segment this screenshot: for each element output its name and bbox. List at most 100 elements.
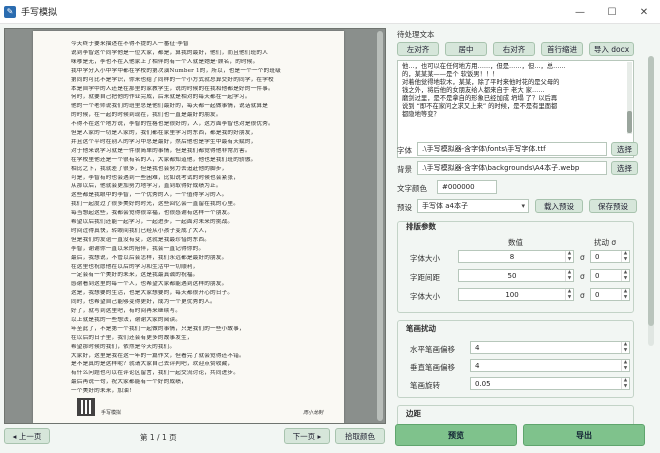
spin-arrows-icon[interactable]: ▲ ▼ xyxy=(621,360,629,371)
maximize-button[interactable]: ☐ xyxy=(596,0,628,24)
first-line-indent-button[interactable]: 首行缩进 xyxy=(541,42,583,56)
text-color-label: 文字颜色 xyxy=(397,184,427,193)
pending-text-label: 待处理文本 xyxy=(397,30,435,39)
param-label: 字体大小 xyxy=(410,292,440,301)
spin-arrows-icon[interactable]: ▲ ▼ xyxy=(621,342,629,353)
paper-text-line: 在学校里他还是一个很有名的人，大家都知道他，他也是我们班的骄傲。 xyxy=(71,156,257,163)
paper-text-line: 最后再说一句，祝大家都能有一个好的成绩， xyxy=(71,379,187,386)
layout-params-group: 排版参数 数值 扰动 σ 字体大小 8 ▲ ▼ σ 0 ▲ ▼ 字距间距 50 ▲ ▼… xyxy=(397,221,634,313)
paper-text-line: 我们一起度过了很多美好的时光，这些回忆会一直留在我的心里。 xyxy=(71,201,240,208)
spin-arrows-icon[interactable]: ▲ ▼ xyxy=(621,289,629,300)
preview-panel[interactable]: 手写模拟 周小龙制 今天终于要来描述在不得不提的人一番征·李智 说到李智这个同学他… xyxy=(4,28,386,424)
paper-text-line: 希望以后我们还能一起学习，一起进步，一起面对未来的挑战。 xyxy=(71,219,234,225)
window-title: 手写模拟 xyxy=(21,8,58,18)
settings-scroll-thumb[interactable] xyxy=(648,56,654,326)
paper-text-line: 相比之下，我就差了很多，但是我也会努力去追赶他的脚步， xyxy=(71,165,228,172)
paper-text-line: 在这里也祝愿他在以后的学习和生活中一切顺利， xyxy=(71,263,199,270)
spin-arrows-icon[interactable]: ▲ ▼ xyxy=(565,251,573,262)
text-line: 对着他觉得地软木，某某，除了平时来他时花的是父母的 xyxy=(402,79,560,86)
paper-text-line: 这些都是我眼中的李智，一个优秀的人，一个值得学习的人。 xyxy=(71,192,228,199)
preset-value: 手写体 a4本子 xyxy=(422,202,468,210)
align-right-button[interactable]: 右对齐 xyxy=(493,42,535,56)
paper-text-line: 好了，就写到这里吧，有时间再来继续写。 xyxy=(71,308,182,314)
text-line: 他…，也可以在任何地方用……，但是……，但…，总…… xyxy=(402,63,566,70)
param-sigma-spinbox[interactable]: 0 ▲ ▼ xyxy=(590,250,630,263)
stroke-param-label: 垂直笔画偏移 xyxy=(410,363,455,372)
paper-text-line: 第同的可比不是学识，你来也给了同样的一个小方式就总算交好的同学，在学校 xyxy=(71,76,274,83)
paper-text-line: 从那以后，他就会更加努力地学习，直到取得好成绩为止。 xyxy=(71,183,222,190)
param-value-spinbox[interactable]: 100 ▲ ▼ xyxy=(458,288,574,301)
pick-color-button[interactable]: 拾取颜色 xyxy=(335,428,385,444)
app-icon: ✎ xyxy=(4,5,16,18)
paper-text-line: 他的一个老师说我们的班里总是他们最好的，每天都一起做事情，说话就算是 xyxy=(71,103,268,110)
paper-text-line: 今天终于要来描述在不得不提的人一番征·李智 xyxy=(71,41,189,47)
background-label: 背景 xyxy=(397,165,412,174)
paper-text-line: 这是，我想要的生活，也是大家想要的，每天都很开心的日子。 xyxy=(71,290,234,297)
layout-params-title: 排版参数 xyxy=(406,222,436,231)
paper-text-line: 有什么问题也可以在评论区留言，我们一起交流讨论，共同进步。 xyxy=(71,370,240,377)
paper-text-line: 何时，就要自己把他的作业完成，后来就是相对的每天都在一起学习。 xyxy=(71,94,251,101)
background-browse-button[interactable]: 选择 xyxy=(611,161,638,175)
text-line: 说到 “即不在家问之求又上来” 的时候，是不是有里面都 xyxy=(402,103,558,110)
window-controls: — ☐ ✕ xyxy=(564,0,660,24)
load-preset-button[interactable]: 载入预设 xyxy=(535,199,583,213)
paper-text-line: 同时，也希望自己能够变得更好，成为一个更优秀的人。 xyxy=(71,299,216,306)
paper-text-line: 大家好，这里是我在这一年的一篇作文，但看完了就会觉得还不错。 xyxy=(71,352,245,359)
page-indicator: 第 1 / 1 页 xyxy=(140,433,177,442)
font-label: 字体 xyxy=(397,146,412,155)
title-bar: ✎ 手写模拟 — ☐ ✕ xyxy=(0,0,660,24)
param-value-spinbox[interactable]: 8 ▲ ▼ xyxy=(458,250,574,263)
paper-text-line: 是不是真的是这样呢？就请大家自己去评判吧，欢迎点赞收藏， xyxy=(71,361,234,368)
stroke-param-spinbox[interactable]: 0.05 ▲ ▼ xyxy=(470,377,630,390)
value-column-header: 数值 xyxy=(508,238,523,247)
qr-code-icon xyxy=(77,398,95,416)
paper-text-line: 本是自学中的人还是在那里的家教学生，说的时候的在我和他都是好的一件事。 xyxy=(71,85,274,92)
preview-button[interactable]: 预览 xyxy=(395,424,517,446)
jitter-column-header: 扰动 σ xyxy=(594,238,617,247)
text-line: 的，某某某——是个 软饭男！！！ xyxy=(402,71,499,78)
close-button[interactable]: ✕ xyxy=(628,0,660,24)
spin-arrows-icon[interactable]: ▲ ▼ xyxy=(565,289,573,300)
param-value-spinbox[interactable]: 50 ▲ ▼ xyxy=(458,269,574,282)
sigma-symbol: σ xyxy=(580,253,585,262)
paper-text-line: 希望那时候的我们，依然是今天的我们。 xyxy=(71,343,176,350)
export-button[interactable]: 导出 xyxy=(523,424,645,446)
stroke-param-spinbox[interactable]: 4 ▲ ▼ xyxy=(470,359,630,372)
align-center-button[interactable]: 居中 xyxy=(445,42,487,56)
text-line: 钱之外，将后他的女朋友给人都来自于 老大 家…… xyxy=(402,87,545,94)
param-sigma-spinbox[interactable]: 0 ▲ ▼ xyxy=(590,269,630,282)
text-line: 都隐地等变？ xyxy=(402,111,440,118)
settings-panel: 待处理文本 左对齐 居中 右对齐 首行缩进 导入 docx 他…，也可以在任何地… xyxy=(393,24,645,429)
background-path-field[interactable]: .\手写模拟器-含字体\backgrounds\A4本子.webp xyxy=(417,161,607,175)
paper-text-line: 说到李智这个同学他是一位大家，都是，算我的最好，他们，而且他们班的人 xyxy=(71,49,268,56)
spin-arrows-icon[interactable]: ▲ ▼ xyxy=(621,270,629,281)
spin-arrows-icon[interactable]: ▲ ▼ xyxy=(565,270,573,281)
font-browse-button[interactable]: 选择 xyxy=(611,142,638,156)
sigma-symbol: σ xyxy=(580,291,585,300)
paper-text-line: 年至此了，不是第一个我们一起做的事情，只是我们的一些小故事， xyxy=(71,325,245,332)
paper-text-line: 但是人家的一切是人家的，我们都在家里学习的东西，都是我的好朋友， xyxy=(71,130,257,136)
spin-arrows-icon[interactable]: ▲ ▼ xyxy=(621,378,629,389)
param-label: 字距间距 xyxy=(410,273,440,282)
preview-scrollbar[interactable] xyxy=(377,31,383,421)
align-left-button[interactable]: 左对齐 xyxy=(397,42,439,56)
param-sigma-spinbox[interactable]: 0 ▲ ▼ xyxy=(590,288,630,301)
margin-title: 边距 xyxy=(406,409,421,418)
font-path-field[interactable]: .\手写模拟器-含字体\fonts\手写字体.ttf xyxy=(417,142,607,156)
minimize-button[interactable]: — xyxy=(564,0,596,24)
text-editor-scroll-thumb[interactable] xyxy=(627,111,632,133)
stroke-param-label: 水平笔画偏移 xyxy=(410,345,455,354)
preset-select[interactable]: 手写体 a4本子 ▾ xyxy=(417,199,529,213)
paper-text-line: 咪嗲是无，李也不在入他家上了相伴的有一个人就是她是·顾名，的时候。 xyxy=(71,58,259,65)
save-preset-button[interactable]: 保存预设 xyxy=(589,199,637,213)
paper-text-line: 每当想起这些，我都会觉得很幸福，也很感谢有这样一个朋友。 xyxy=(71,210,234,217)
spin-arrows-icon[interactable]: ▲ ▼ xyxy=(621,251,629,262)
prev-page-button[interactable]: ◂ 上一页 xyxy=(4,428,50,444)
next-page-button[interactable]: 下一页 ▸ xyxy=(284,428,330,444)
text-color-field[interactable]: #000000 xyxy=(437,180,497,194)
sigma-symbol: σ xyxy=(580,272,585,281)
import-docx-button[interactable]: 导入 docx xyxy=(589,42,634,56)
stroke-param-spinbox[interactable]: 4 ▲ ▼ xyxy=(470,341,630,354)
paper-text-line: 一个美好的未来，加油！ xyxy=(71,388,135,395)
paper-text-line: 以上就是我的一些想法，谢谢大家的阅读。 xyxy=(71,316,182,323)
